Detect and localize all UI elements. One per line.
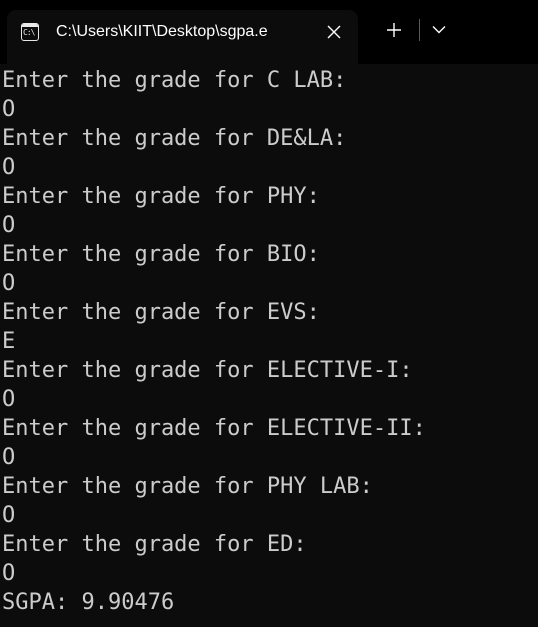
tab-title: C:\Users\KIIT\Desktop\sgpa.e: [56, 23, 268, 40]
titlebar-divider: [419, 19, 420, 41]
command-prompt-icon: C:\: [21, 23, 39, 41]
output-line-14: O: [2, 445, 16, 470]
output-line-10: E: [2, 329, 16, 354]
output-line-5: Enter the grade for PHY:: [2, 184, 320, 209]
output-line-1: Enter the grade for C LAB:: [2, 68, 347, 93]
chevron-down-icon: [432, 26, 446, 34]
output-line-12: O: [2, 387, 16, 412]
output-line-3: Enter the grade for DE&LA:: [2, 126, 347, 151]
sgpa-result-line: SGPA: 9.90476: [2, 590, 175, 615]
terminal-window: C:\ C:\Users\KIIT\Desktop\sgpa.e Enter t…: [0, 0, 538, 627]
command-prompt-icon-glyph: C:\: [23, 28, 35, 37]
tab-close-button[interactable]: [320, 18, 348, 46]
output-line-16: O: [2, 503, 16, 528]
output-line-8: O: [2, 271, 16, 296]
plus-icon: [387, 23, 401, 37]
output-line-15: Enter the grade for PHY LAB:: [2, 474, 373, 499]
output-line-18: O: [2, 561, 16, 586]
terminal-tab[interactable]: C:\ C:\Users\KIIT\Desktop\sgpa.e: [7, 10, 358, 64]
output-line-11: Enter the grade for ELECTIVE-I:: [2, 358, 413, 383]
output-line-7: Enter the grade for BIO:: [2, 242, 320, 267]
output-line-2: O: [2, 97, 16, 122]
output-line-4: O: [2, 155, 16, 180]
title-bar: C:\ C:\Users\KIIT\Desktop\sgpa.e: [0, 0, 538, 64]
output-line-13: Enter the grade for ELECTIVE-II:: [2, 416, 426, 441]
terminal-output[interactable]: Enter the grade for C LAB: O Enter the g…: [0, 66, 538, 627]
new-tab-button[interactable]: [378, 14, 410, 46]
output-line-6: O: [2, 213, 16, 238]
output-line-17: Enter the grade for ED:: [2, 532, 307, 557]
output-line-9: Enter the grade for EVS:: [2, 300, 320, 325]
tab-dropdown-button[interactable]: [424, 14, 454, 46]
close-icon: [327, 25, 341, 39]
